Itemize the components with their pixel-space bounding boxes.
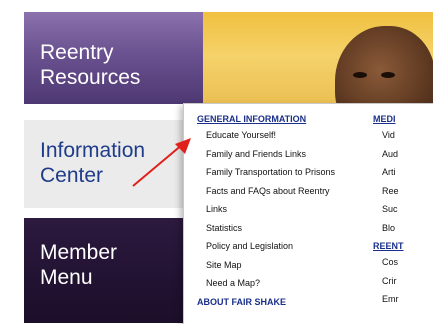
menu-link-statistics[interactable]: Statistics: [197, 221, 335, 240]
arrow-shaft: [132, 143, 184, 187]
menu-link-need-map[interactable]: Need a Map?: [197, 276, 335, 295]
tab-member-menu[interactable]: Member Menu: [24, 218, 204, 323]
arrow-head-icon: [175, 138, 191, 154]
menu-link-links[interactable]: Links: [197, 202, 335, 221]
menu-link-reentry-1[interactable]: Cos: [373, 255, 404, 274]
tab-label-line1: Reentry: [40, 41, 114, 64]
menu-link-facts-faqs[interactable]: Facts and FAQs about Reentry: [197, 184, 335, 203]
menu-link-family-friends[interactable]: Family and Friends Links: [197, 147, 335, 166]
heading-about-fair-shake[interactable]: ABOUT FAIR SHAKE: [197, 295, 335, 311]
menu-link-media-6[interactable]: Blo: [373, 221, 404, 240]
photo-detail: [353, 72, 367, 78]
menu-link-family-transportation[interactable]: Family Transportation to Prisons: [197, 165, 335, 184]
menu-link-media-4[interactable]: Ree: [373, 184, 404, 203]
tab-label-line2: Resources: [40, 66, 141, 89]
information-dropdown-menu: GENERAL INFORMATION Educate Yourself! Fa…: [183, 103, 433, 324]
menu-link-media-1[interactable]: Vid: [373, 128, 404, 147]
red-arrow-annotation: [132, 138, 191, 187]
heading-general-information[interactable]: GENERAL INFORMATION: [197, 112, 335, 128]
tab-reentry-resources[interactable]: Reentry Resources: [24, 12, 204, 104]
menu-link-media-3[interactable]: Arti: [373, 165, 404, 184]
heading-media[interactable]: MEDI: [373, 112, 404, 128]
menu-link-site-map[interactable]: Site Map: [197, 258, 335, 277]
menu-link-media-5[interactable]: Suc: [373, 202, 404, 221]
menu-link-reentry-3[interactable]: Emr: [373, 292, 404, 311]
dropdown-column-media: MEDI Vid Aud Arti Ree Suc Blo REENT Cos …: [373, 112, 404, 311]
heading-reentry[interactable]: REENT: [373, 239, 404, 255]
photo-detail: [381, 72, 395, 78]
menu-link-media-2[interactable]: Aud: [373, 147, 404, 166]
menu-link-educate[interactable]: Educate Yourself!: [197, 128, 335, 147]
menu-link-reentry-2[interactable]: Crir: [373, 274, 404, 293]
tab-label-line2: Menu: [40, 266, 93, 289]
menu-link-policy[interactable]: Policy and Legislation: [197, 239, 335, 258]
dropdown-column-general: GENERAL INFORMATION Educate Yourself! Fa…: [197, 112, 335, 311]
tab-label-line1: Member: [40, 241, 118, 264]
